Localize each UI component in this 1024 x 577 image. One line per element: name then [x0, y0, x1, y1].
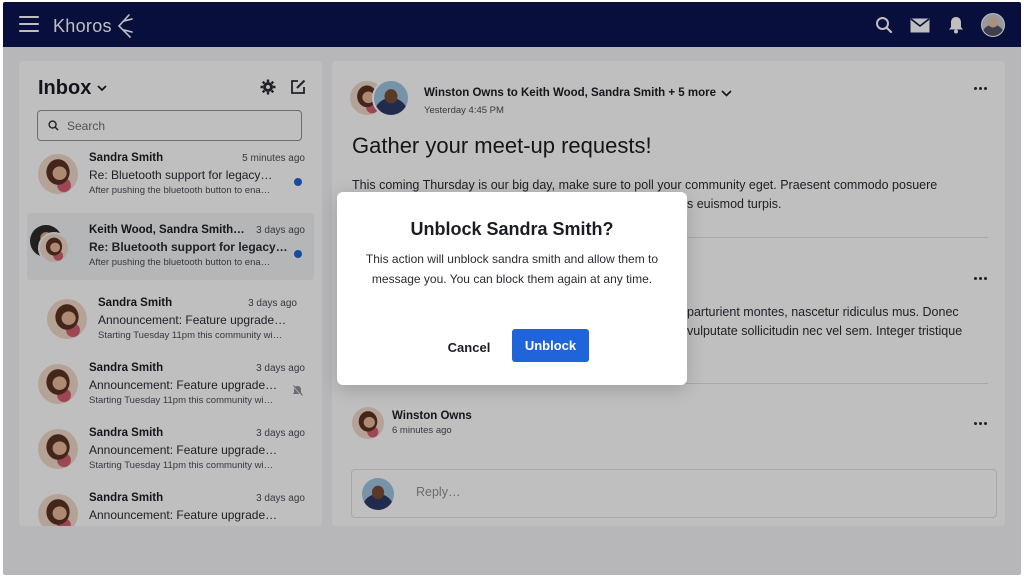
dialog-message: This action will unblock sandra smith an… — [365, 252, 659, 286]
app-frame: Khoros Inbox Search Sandra Smith 5 minut… — [3, 2, 1021, 575]
unblock-button[interactable]: Unblock — [512, 329, 589, 362]
cancel-button[interactable]: Cancel — [433, 331, 505, 363]
dialog-title: Unblock Sandra Smith? — [410, 219, 614, 239]
unblock-dialog: Unblock Sandra Smith? This action will u… — [337, 192, 687, 385]
